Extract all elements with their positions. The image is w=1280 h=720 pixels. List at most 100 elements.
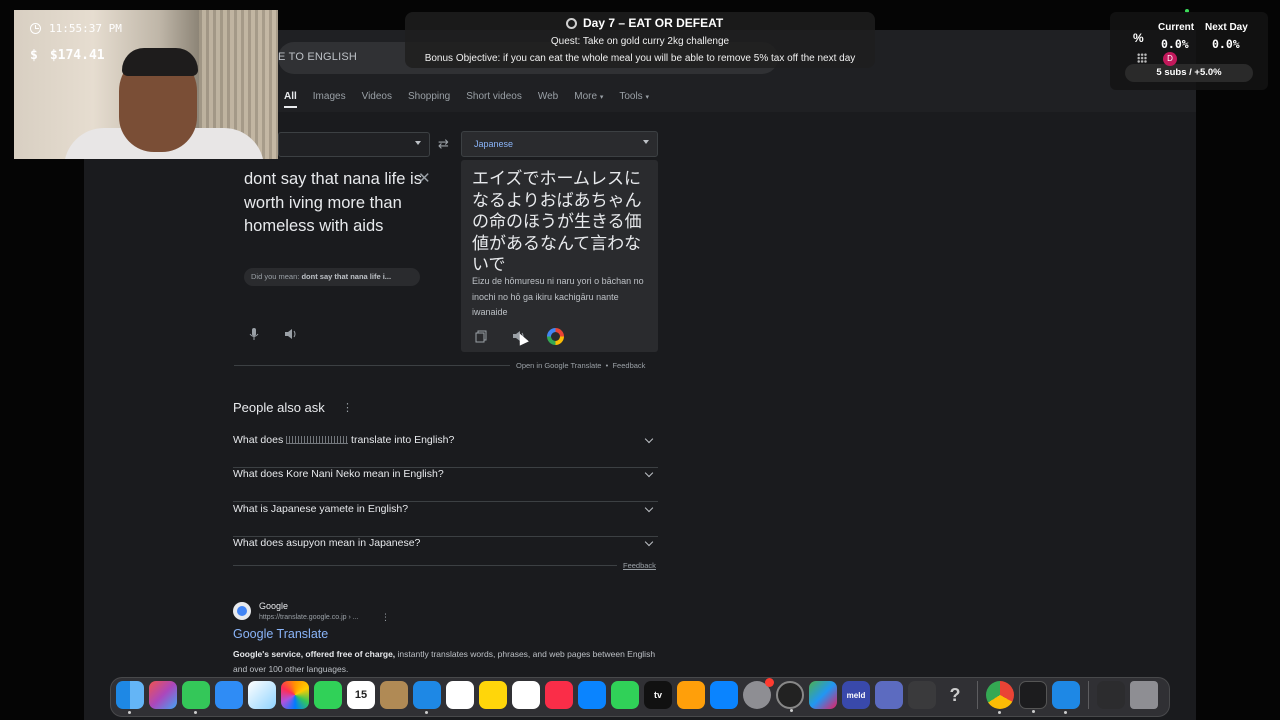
paa-question-text: What does Kore Nani Neko mean in English…	[233, 468, 444, 480]
translate-footer: Open in Google Translate • Feedback	[516, 361, 645, 370]
downloads-stack-icon[interactable]	[1097, 681, 1125, 709]
separator-dot: •	[605, 361, 609, 370]
tab-all[interactable]: All	[284, 91, 297, 108]
google-logo-icon[interactable]	[547, 328, 564, 345]
chrome-icon[interactable]	[986, 681, 1014, 714]
app-icon[interactable]	[875, 681, 903, 709]
paa-question-3[interactable]: What is Japanese yamete in English?	[233, 503, 658, 537]
romanization-text: Eizu de hōmuresu ni naru yori o bāchan n…	[472, 276, 644, 317]
paa-question-text: What does asupyon mean in Japanese?	[233, 537, 421, 549]
stream-balance: $ $174.41	[30, 48, 105, 63]
paa-question-2[interactable]: What does Kore Nani Neko mean in English…	[233, 468, 658, 502]
mail-icon[interactable]	[215, 681, 243, 709]
freeform-icon[interactable]	[512, 681, 540, 709]
result-title-link[interactable]: Google Translate	[233, 627, 328, 641]
tab-images[interactable]: Images	[313, 91, 346, 102]
obs-icon[interactable]	[776, 681, 804, 712]
tax-current-label: Current	[1158, 22, 1195, 33]
more-options-icon[interactable]: ⋮	[381, 612, 390, 623]
arabic-script-image	[286, 436, 349, 445]
finder-icon[interactable]	[116, 681, 144, 714]
tax-next-day-label: Next Day	[1205, 22, 1248, 33]
safari-icon[interactable]	[413, 681, 441, 714]
did-you-mean-value: dont say that nana life i...	[301, 272, 392, 281]
paa-prefix: What does	[233, 434, 284, 446]
tab-videos[interactable]: Videos	[362, 91, 392, 102]
davinci-icon[interactable]	[809, 681, 837, 709]
result-site-name: Google	[259, 601, 289, 611]
divider	[233, 565, 617, 566]
did-you-mean-chip[interactable]: Did you mean: dont say that nana life i.…	[244, 268, 420, 286]
source-text[interactable]: dont say that nana life is worth iving m…	[244, 168, 424, 239]
speaker-icon[interactable]	[284, 328, 298, 340]
tab-tools[interactable]: Tools ▾	[619, 91, 649, 102]
running-indicator	[128, 711, 131, 714]
dollar-icon: $	[30, 48, 38, 63]
music-icon[interactable]	[545, 681, 573, 709]
site-favicon-icon	[233, 602, 251, 620]
maps-icon[interactable]	[248, 681, 276, 709]
tab-shopping[interactable]: Shopping	[408, 91, 450, 102]
tab-tools-label: Tools	[619, 91, 643, 102]
keynote-icon[interactable]	[578, 681, 606, 709]
target-ring-icon	[566, 17, 577, 29]
copy-icon[interactable]	[475, 330, 487, 343]
terminal-icon[interactable]	[1019, 681, 1047, 713]
help-icon[interactable]: ?	[941, 681, 969, 709]
clear-text-button[interactable]: ✕	[418, 169, 431, 187]
people-also-ask-title: People also ask	[233, 400, 325, 415]
notes-icon[interactable]	[479, 681, 507, 709]
numbers-icon[interactable]	[611, 681, 639, 709]
calendar-icon[interactable]: 15	[347, 681, 375, 709]
paa-question-1[interactable]: What does translate into English?	[233, 434, 658, 468]
tab-web[interactable]: Web	[538, 91, 558, 102]
tab-more-label: More	[574, 91, 598, 102]
microphone-icon[interactable]	[248, 327, 260, 341]
target-language-label: Japanese	[474, 139, 514, 149]
dock-separator	[977, 681, 978, 709]
clock-icon	[30, 23, 41, 34]
dock-separator	[1088, 681, 1089, 709]
launchpad-icon[interactable]	[149, 681, 177, 709]
pages-icon[interactable]	[677, 681, 705, 709]
notification-badge	[765, 678, 774, 687]
paa-feedback-link[interactable]: Feedback	[623, 561, 656, 570]
photos-icon[interactable]	[281, 681, 309, 709]
running-indicator	[998, 711, 1001, 714]
meld-icon[interactable]: meld	[842, 681, 870, 709]
chevron-down-icon	[643, 140, 649, 144]
did-you-mean-label: Did you mean:	[251, 272, 300, 281]
tab-more[interactable]: More ▾	[574, 91, 603, 102]
more-options-icon[interactable]: ⋮	[342, 401, 353, 414]
dock-icons: 15 tv meld ?	[116, 678, 1158, 714]
facetime-icon[interactable]	[314, 681, 342, 709]
feedback-link[interactable]: Feedback	[612, 361, 645, 370]
chevron-down-icon: ▾	[599, 94, 604, 101]
target-language-select[interactable]: Japanese	[461, 131, 658, 157]
messages-icon[interactable]	[182, 681, 210, 714]
stream-clock: 11:55:37 PM	[30, 22, 122, 35]
open-in-google-translate-link[interactable]: Open in Google Translate	[516, 361, 601, 370]
contacts-icon[interactable]	[380, 681, 408, 709]
running-indicator	[1032, 710, 1035, 713]
paa-question-text: What does translate into English?	[233, 434, 454, 446]
app-store-icon[interactable]	[710, 681, 738, 709]
reminders-icon[interactable]	[446, 681, 474, 709]
screen: E TO ENGLISH All Images Videos Shopping …	[0, 0, 1280, 720]
cube-app-icon[interactable]	[908, 681, 936, 709]
chevron-down-icon: ▾	[645, 94, 649, 101]
result-url: https://translate.google.co.jp › ...	[259, 614, 359, 621]
trash-icon[interactable]	[1130, 681, 1158, 709]
source-language-select[interactable]	[278, 132, 430, 157]
snippet-bold: Google's service, offered free of charge…	[233, 649, 396, 659]
grid-icon	[1137, 53, 1147, 63]
translated-text: エイズでホームレスになるよりおばあちゃんの命のほうが生きる価値があるなんて言わな…	[472, 169, 642, 274]
shield-icon[interactable]	[1052, 681, 1080, 714]
paa-suffix: translate into English?	[351, 434, 455, 446]
tab-short-videos[interactable]: Short videos	[466, 91, 522, 102]
result-snippet: Google's service, offered free of charge…	[233, 647, 663, 676]
appletv-icon[interactable]: tv	[644, 681, 672, 709]
system-settings-icon[interactable]	[743, 678, 774, 709]
bonus-objective: Bonus Objective: if you can eat the whol…	[424, 53, 856, 64]
swap-languages-button[interactable]: ⇄	[438, 136, 449, 152]
